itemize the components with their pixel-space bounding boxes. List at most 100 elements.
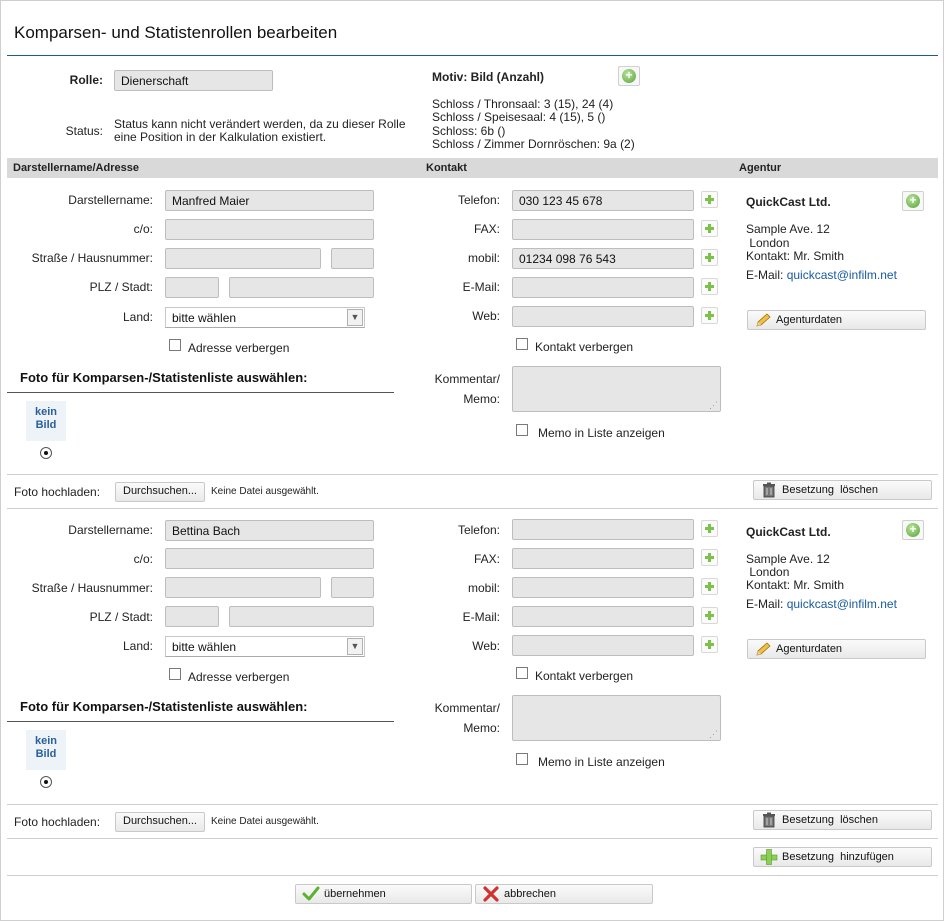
hide-address-checkbox[interactable] — [169, 339, 181, 351]
page-title: Komparsen- und Statistenrollen bearbeite… — [14, 23, 338, 42]
co-field[interactable] — [165, 548, 374, 569]
resize-grip-icon[interactable]: ⋰ — [709, 401, 718, 410]
zip-field[interactable] — [165, 277, 219, 298]
city-field[interactable] — [229, 606, 374, 627]
plus-icon[interactable] — [701, 578, 718, 595]
web-label: Web: — [472, 639, 500, 653]
mobile-field[interactable] — [512, 577, 694, 598]
divider — [7, 508, 938, 509]
no-image-text: Bild — [35, 419, 57, 431]
status-text-line-2: eine Position in der Kalkulation existie… — [114, 130, 327, 144]
motiv-heading: Motiv: Bild (Anzahl) — [432, 70, 544, 84]
add-casting-label: Besetzung hinzufügen — [782, 851, 894, 863]
pencil-icon — [756, 642, 771, 656]
city-field[interactable] — [229, 277, 374, 298]
agency-street: Sample Ave. 12 — [746, 222, 830, 236]
photo-select-radio[interactable] — [40, 447, 52, 459]
delete-casting-button[interactable]: Besetzung löschen — [753, 480, 932, 500]
darstellername-label: Darstellername: — [68, 193, 153, 207]
x-icon — [483, 886, 499, 902]
plus-icon[interactable] — [701, 220, 718, 237]
memo-in-list-label: Memo in Liste anzeigen — [538, 426, 665, 440]
section-header-agency: Agentur — [739, 162, 782, 174]
mobile-label: mobil: — [467, 251, 500, 265]
plus-icon[interactable] — [701, 607, 718, 624]
divider — [7, 804, 938, 805]
divider — [7, 474, 938, 475]
email-field[interactable] — [512, 606, 694, 627]
agency-contact: Kontakt: Mr. Smith — [746, 249, 845, 263]
web-field[interactable] — [512, 635, 694, 656]
street-field[interactable] — [165, 248, 321, 269]
cancel-button[interactable]: abbrechen — [475, 884, 653, 904]
agency-data-button[interactable]: Agenturdaten — [747, 310, 926, 330]
chevron-down-icon[interactable]: ▼ — [347, 309, 363, 326]
role-field[interactable]: Dienerschaft — [114, 70, 273, 91]
apply-button[interactable]: übernehmen — [295, 884, 472, 904]
phone-field[interactable] — [512, 519, 694, 540]
memo-in-list-label: Memo in Liste anzeigen — [538, 755, 665, 769]
fax-field[interactable] — [512, 548, 694, 569]
agency-data-label: Agenturdaten — [776, 643, 843, 655]
web-label: Web: — [472, 309, 500, 323]
comment-textarea[interactable]: ⋰ — [512, 695, 721, 741]
country-select[interactable]: bitte wählen ▼ — [165, 636, 365, 657]
add-casting-button[interactable]: Besetzung hinzufügen — [753, 847, 932, 867]
plus-icon[interactable] — [701, 636, 718, 653]
plus-icon[interactable] — [701, 191, 718, 208]
phone-field[interactable]: 030 123 45 678 — [512, 190, 694, 211]
chevron-down-icon[interactable]: ▼ — [347, 638, 363, 655]
hide-contact-checkbox[interactable] — [516, 667, 528, 679]
darstellername-field[interactable]: Manfred Maier — [165, 190, 374, 211]
add-motiv-button[interactable]: + — [618, 66, 640, 86]
hide-contact-checkbox[interactable] — [516, 338, 528, 350]
memo-in-list-checkbox[interactable] — [516, 753, 528, 765]
plus-circle-icon: + — [906, 194, 920, 208]
plus-icon[interactable] — [701, 549, 718, 566]
email-field[interactable] — [512, 277, 694, 298]
zip-city-label: PLZ / Stadt: — [89, 280, 153, 294]
section-header-bar: Darstellername/Adresse Kontakt Agentur — [7, 158, 938, 178]
agency-email-link[interactable]: quickcast@infilm.net — [787, 597, 897, 611]
browse-button[interactable]: Durchsuchen... — [115, 812, 205, 832]
no-file-text: Keine Datei ausgewählt. — [211, 486, 319, 497]
agency-data-button[interactable]: Agenturdaten — [747, 639, 926, 659]
fax-field[interactable] — [512, 219, 694, 240]
motiv-line: Schloss / Zimmer Dornröschen: 9a (2) — [432, 137, 635, 151]
house-number-field[interactable] — [331, 248, 374, 269]
no-image-placeholder[interactable]: kein Bild — [26, 730, 66, 770]
comment-textarea[interactable]: ⋰ — [512, 366, 721, 412]
delete-casting-button[interactable]: Besetzung löschen — [753, 810, 932, 830]
plus-icon[interactable] — [701, 278, 718, 295]
mobile-field[interactable]: 01234 098 76 543 — [512, 248, 694, 269]
agency-email-link[interactable]: quickcast@infilm.net — [787, 268, 897, 282]
agency-data-label: Agenturdaten — [776, 314, 843, 326]
agency-email-label: E-Mail: — [746, 268, 784, 282]
house-number-field[interactable] — [331, 577, 374, 598]
hide-address-checkbox[interactable] — [169, 668, 181, 680]
zip-field[interactable] — [165, 606, 219, 627]
web-field[interactable] — [512, 306, 694, 327]
memo-in-list-checkbox[interactable] — [516, 424, 528, 436]
agency-email-label: E-Mail: — [746, 597, 784, 611]
add-agency-button[interactable]: + — [902, 520, 924, 540]
browse-button[interactable]: Durchsuchen... — [115, 482, 205, 502]
resize-grip-icon[interactable]: ⋰ — [709, 730, 718, 739]
street-field[interactable] — [165, 577, 321, 598]
plus-icon[interactable] — [701, 307, 718, 324]
plus-icon[interactable] — [701, 249, 718, 266]
comment-label: Memo: — [463, 392, 500, 406]
divider — [7, 838, 938, 839]
no-image-placeholder[interactable]: kein Bild — [26, 401, 66, 441]
country-select[interactable]: bitte wählen ▼ — [165, 307, 365, 328]
darstellername-label: Darstellername: — [68, 523, 153, 537]
add-agency-button[interactable]: + — [902, 191, 924, 211]
plus-icon[interactable] — [701, 520, 718, 537]
darstellername-field[interactable]: Bettina Bach — [165, 520, 374, 541]
street-label: Straße / Hausnummer: — [31, 581, 153, 595]
fax-label: FAX: — [473, 552, 500, 566]
agency-contact: Kontakt: Mr. Smith — [746, 578, 845, 592]
photo-select-radio[interactable] — [40, 776, 52, 788]
title-divider — [7, 55, 938, 56]
co-field[interactable] — [165, 219, 374, 240]
